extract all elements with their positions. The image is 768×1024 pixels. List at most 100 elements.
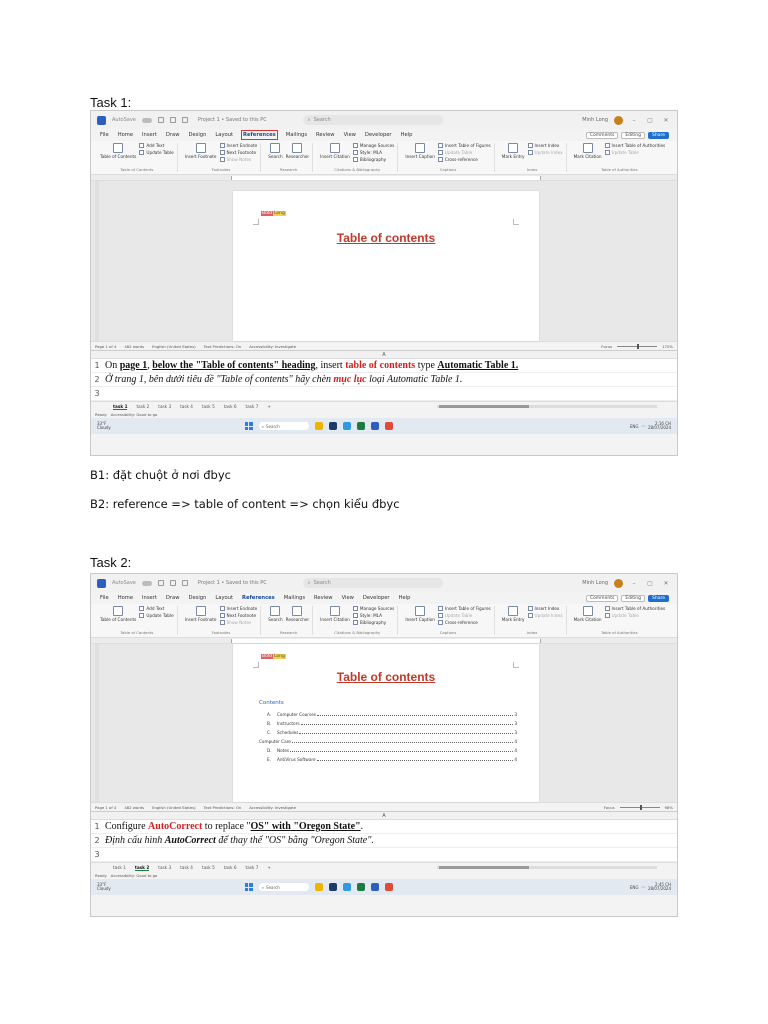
tab-file[interactable]: File bbox=[99, 131, 110, 139]
insert-citation-button[interactable]: Insert Citation bbox=[320, 143, 350, 162]
app-icon[interactable] bbox=[328, 422, 337, 430]
save-icon[interactable] bbox=[157, 117, 164, 123]
undo-icon[interactable] bbox=[169, 117, 176, 123]
edge-icon[interactable] bbox=[342, 422, 351, 430]
file-explorer-icon[interactable] bbox=[314, 422, 323, 430]
document-area[interactable]: Bold Long Table of contents Contents A. Co… bbox=[91, 644, 677, 802]
document-page[interactable]: Bold Long Table of contents Contents A. Co… bbox=[233, 644, 539, 802]
next-footnote-button[interactable]: Next Footnote bbox=[219, 150, 258, 155]
search-input[interactable]: ⌕ Search bbox=[302, 115, 443, 125]
start-icon[interactable] bbox=[244, 422, 253, 430]
sheet-tab-task7[interactable]: task 7 bbox=[246, 404, 259, 409]
insert-toa-button[interactable]: Insert Table of Authorities bbox=[604, 143, 665, 148]
tab-developer[interactable]: Developer bbox=[362, 594, 391, 602]
bibliography-button[interactable]: Bibliography bbox=[352, 620, 395, 625]
minimize-button[interactable]: – bbox=[629, 580, 639, 587]
show-notes-button[interactable]: Show Notes bbox=[219, 620, 258, 625]
insert-endnote-button[interactable]: Insert Endnote bbox=[219, 143, 257, 148]
toc-button[interactable]: Table of Contents bbox=[100, 143, 136, 159]
sheet-tab-task4[interactable]: task 4 bbox=[180, 404, 193, 409]
language-indicator[interactable]: ENG bbox=[630, 885, 639, 890]
insert-index-button[interactable]: Insert Index bbox=[527, 606, 563, 611]
save-icon[interactable] bbox=[157, 580, 164, 586]
page-count[interactable]: Page 1 of 4 bbox=[95, 805, 116, 810]
tab-mailings[interactable]: Mailings bbox=[285, 131, 308, 139]
tab-layout[interactable]: Layout bbox=[214, 131, 234, 139]
tab-view[interactable]: View bbox=[341, 594, 355, 602]
insert-footnote-button[interactable]: Insert Footnote bbox=[185, 143, 217, 162]
taskbar-search[interactable]: ⌕ Search bbox=[258, 422, 309, 430]
chrome-icon[interactable] bbox=[384, 422, 393, 430]
text-predictions[interactable]: Text Predictions: On bbox=[204, 344, 242, 349]
toc-entry[interactable]: B. Instructors 3 bbox=[259, 717, 517, 726]
add-sheet-button[interactable]: + bbox=[267, 404, 271, 409]
sheet-tab-task6[interactable]: task 6 bbox=[224, 865, 237, 870]
comments-button[interactable]: Comments bbox=[585, 131, 619, 139]
zoom-slider[interactable] bbox=[617, 343, 658, 349]
search-ribbon-button[interactable]: Search bbox=[268, 143, 283, 159]
next-footnote-button[interactable]: Next Footnote bbox=[219, 613, 258, 618]
toc-button[interactable]: Table of Contents bbox=[100, 606, 136, 622]
undo-icon[interactable] bbox=[169, 580, 176, 586]
tab-references[interactable]: References bbox=[241, 594, 276, 602]
tab-layout[interactable]: Layout bbox=[214, 594, 234, 602]
sheet-tab-task6[interactable]: task 6 bbox=[224, 404, 237, 409]
tab-home[interactable]: Home bbox=[117, 131, 134, 139]
sheet-tab-task7[interactable]: task 7 bbox=[246, 865, 259, 870]
sheet-tab-task4[interactable]: task 4 bbox=[180, 865, 193, 870]
language[interactable]: English (United States) bbox=[152, 344, 196, 349]
excel-taskbar-icon[interactable] bbox=[356, 422, 365, 430]
insert-endnote-button[interactable]: Insert Endnote bbox=[219, 606, 257, 611]
cell-a1[interactable]: Configure AutoCorrect to replace "OS" wi… bbox=[103, 821, 363, 832]
chrome-icon[interactable] bbox=[384, 883, 393, 891]
share-button[interactable]: Share bbox=[648, 131, 669, 139]
tab-draw[interactable]: Draw bbox=[165, 131, 181, 139]
add-text-button[interactable]: Add Text bbox=[139, 143, 173, 148]
focus-button[interactable]: Focus bbox=[601, 344, 612, 349]
tab-mailings[interactable]: Mailings bbox=[283, 594, 306, 602]
tab-insert[interactable]: Insert bbox=[141, 131, 158, 139]
sheet-tab-task1[interactable]: task 1 bbox=[113, 865, 126, 870]
tab-review[interactable]: Review bbox=[315, 131, 336, 139]
document-area[interactable]: Bold Long Table of contents bbox=[91, 181, 677, 341]
sheet-tab-task5[interactable]: task 5 bbox=[202, 865, 215, 870]
weather-widget[interactable]: 33°F Cloudy bbox=[97, 421, 111, 431]
add-sheet-button[interactable]: + bbox=[267, 865, 271, 870]
weather-widget[interactable]: 33°F Cloudy bbox=[97, 882, 111, 892]
insert-tof-button[interactable]: Insert Table of Figures bbox=[437, 143, 491, 148]
autosave-toggle[interactable] bbox=[141, 580, 152, 586]
horizontal-scrollbar[interactable] bbox=[437, 405, 657, 408]
search-input[interactable]: ⌕ Search bbox=[302, 578, 443, 588]
update-index-button[interactable]: Update Index bbox=[527, 150, 563, 155]
restore-button[interactable]: ▢ bbox=[645, 580, 655, 587]
tab-view[interactable]: View bbox=[343, 131, 357, 139]
restore-button[interactable]: ▢ bbox=[645, 117, 655, 124]
file-explorer-icon[interactable] bbox=[314, 883, 323, 891]
tab-help[interactable]: Help bbox=[398, 594, 412, 602]
style-select[interactable]: Style: MLA bbox=[352, 613, 395, 618]
editing-button[interactable]: Editing bbox=[621, 594, 645, 602]
close-button[interactable]: ✕ bbox=[661, 580, 671, 587]
show-notes-button[interactable]: Show Notes bbox=[219, 157, 258, 162]
toc-entry[interactable]: Computer Care 4 bbox=[259, 735, 517, 744]
mark-citation-button[interactable]: Mark Citation bbox=[574, 143, 602, 159]
share-button[interactable]: Share bbox=[648, 594, 669, 602]
sheet-tab-task1[interactable]: task 1 bbox=[113, 404, 128, 410]
accessibility-status[interactable]: Accessibility: Investigate bbox=[249, 344, 296, 349]
avatar[interactable] bbox=[614, 578, 623, 588]
update-toa-button[interactable]: Update Table bbox=[604, 150, 666, 155]
horizontal-scrollbar[interactable] bbox=[437, 866, 657, 869]
researcher-button[interactable]: Researcher bbox=[286, 143, 309, 159]
search-ribbon-button[interactable]: Search bbox=[268, 606, 283, 622]
language-indicator[interactable]: ENG bbox=[630, 424, 639, 429]
comments-button[interactable]: Comments bbox=[585, 594, 619, 602]
tab-insert[interactable]: Insert bbox=[141, 594, 158, 602]
autosave-toggle[interactable] bbox=[141, 117, 152, 123]
cell-a2[interactable]: Ở trang 1, bên dưới tiêu đề "Table of co… bbox=[103, 374, 462, 385]
toc-entry[interactable]: C. Schedules 3 bbox=[259, 726, 517, 735]
toc-entry[interactable]: D. Notes 4 bbox=[259, 744, 517, 753]
tab-review[interactable]: Review bbox=[313, 594, 334, 602]
tab-references[interactable]: References bbox=[241, 130, 278, 140]
insert-caption-button[interactable]: Insert Caption bbox=[405, 606, 435, 625]
insert-toa-button[interactable]: Insert Table of Authorities bbox=[604, 606, 665, 611]
